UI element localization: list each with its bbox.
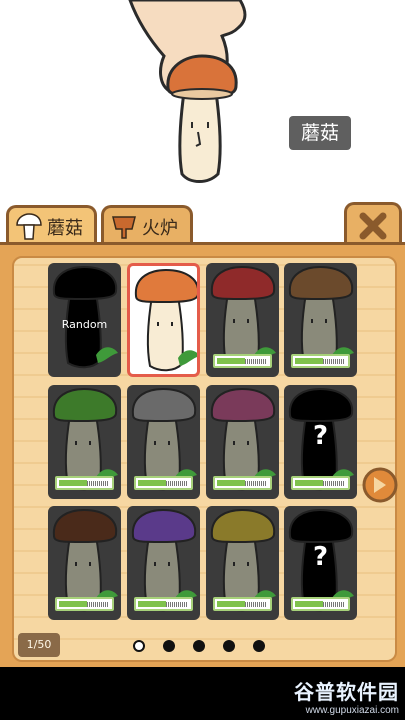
growth-progress-bar	[213, 354, 272, 368]
growth-progress-fill	[217, 601, 245, 607]
unknown-mark: ?	[312, 542, 329, 572]
page-indicator	[133, 640, 265, 652]
mushroom-slot[interactable]: Random	[48, 263, 121, 377]
tab-stove[interactable]: 火炉	[101, 205, 193, 245]
growth-progress-fill	[295, 480, 323, 486]
watermark-title: 谷普软件园	[294, 680, 399, 704]
page-dot[interactable]	[253, 640, 265, 652]
growth-progress-bar	[55, 476, 114, 490]
slot-label: Random	[61, 318, 108, 331]
game-scene: 蘑菇	[0, 0, 405, 205]
mushroom-slot[interactable]: ?	[284, 385, 357, 499]
watermark-url: www.gupuxiazai.com	[305, 705, 399, 716]
progress-ticks	[245, 481, 267, 486]
growth-progress-fill	[217, 480, 245, 486]
page-dot[interactable]	[223, 640, 235, 652]
progress-ticks	[323, 481, 345, 486]
progress-ticks	[166, 602, 188, 607]
mushroom-slot[interactable]	[127, 263, 200, 377]
mushroom-icon	[16, 212, 42, 240]
page-dot[interactable]	[163, 640, 175, 652]
mushroom-slot[interactable]	[48, 385, 121, 499]
progress-ticks	[245, 602, 267, 607]
mushroom-slot[interactable]: ?	[284, 506, 357, 620]
growth-progress-fill	[59, 601, 87, 607]
close-button[interactable]	[344, 202, 402, 246]
growth-progress-bar	[291, 476, 350, 490]
progress-ticks	[245, 359, 267, 364]
growth-progress-fill	[138, 480, 166, 486]
mushroom-slot[interactable]	[284, 263, 357, 377]
progress-ticks	[323, 359, 345, 364]
progress-ticks	[87, 481, 109, 486]
growth-progress-bar	[134, 597, 193, 611]
growth-progress-bar	[134, 476, 193, 490]
tab-mushroom-label: 蘑菇	[47, 217, 83, 239]
growth-progress-fill	[295, 601, 323, 607]
growth-progress-bar	[213, 597, 272, 611]
tab-mushroom[interactable]: 蘑菇	[6, 205, 97, 245]
mushroom-slot[interactable]	[206, 385, 279, 499]
stove-icon	[112, 215, 136, 239]
growth-progress-bar	[55, 597, 114, 611]
progress-ticks	[87, 602, 109, 607]
mushroom-portrait	[134, 268, 197, 372]
unknown-mark: ?	[312, 421, 329, 451]
growth-progress-bar	[213, 476, 272, 490]
page-dot[interactable]	[133, 640, 145, 652]
page-dot[interactable]	[193, 640, 205, 652]
growth-progress-fill	[59, 480, 87, 486]
growth-progress-fill	[295, 358, 323, 364]
page-counter: 1/50	[18, 633, 60, 657]
watermark: 谷普软件园 www.gupuxiazai.com	[294, 676, 399, 716]
held-mushroom	[166, 54, 238, 183]
close-icon	[359, 212, 387, 239]
mushroom-slot[interactable]	[206, 263, 279, 377]
bottom-bar: 谷普软件园 www.gupuxiazai.com	[0, 667, 405, 720]
growth-progress-fill	[138, 601, 166, 607]
mushroom-slot[interactable]	[127, 385, 200, 499]
progress-ticks	[323, 602, 345, 607]
growth-progress-bar	[291, 354, 350, 368]
mushroom-slot[interactable]	[127, 506, 200, 620]
mushroom-name-label: 蘑菇	[289, 116, 351, 150]
progress-ticks	[166, 481, 188, 486]
mushroom-slot[interactable]	[48, 506, 121, 620]
mushroom-slot[interactable]	[206, 506, 279, 620]
growth-progress-fill	[217, 358, 245, 364]
growth-progress-bar	[291, 597, 350, 611]
next-page-arrow[interactable]	[360, 465, 400, 505]
tab-stove-label: 火炉	[142, 217, 178, 239]
